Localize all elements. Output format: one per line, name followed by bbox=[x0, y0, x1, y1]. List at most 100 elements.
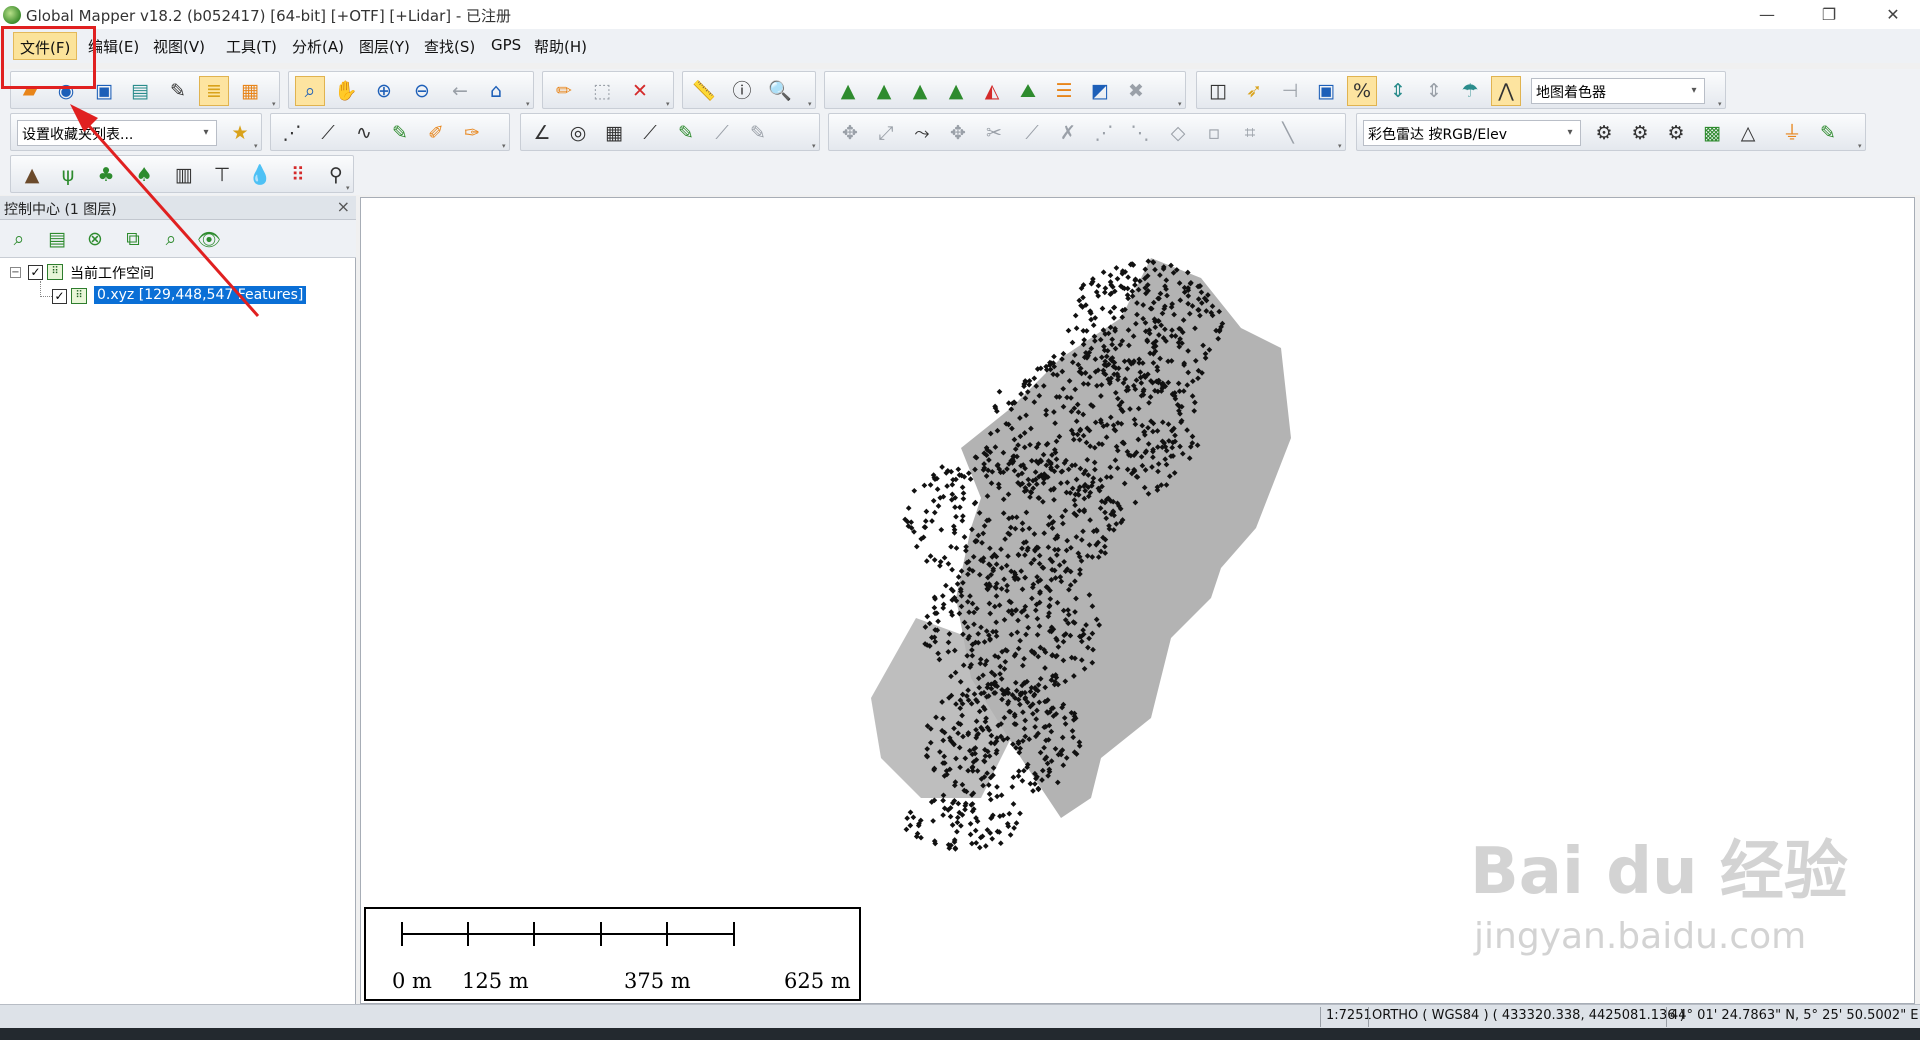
feature-info-icon[interactable]: ➶ bbox=[1239, 76, 1269, 106]
toolbar-grip[interactable]: ▾ bbox=[666, 99, 674, 109]
lidar-select-icon[interactable]: ⋰ bbox=[277, 118, 307, 148]
workspace-checkbox[interactable]: ✓ bbox=[28, 265, 43, 280]
chevron-down-icon[interactable]: ▾ bbox=[1562, 124, 1578, 142]
menu-layer[interactable]: 图层(Y) bbox=[359, 36, 410, 57]
cross-line-icon[interactable]: ✗ bbox=[1053, 118, 1083, 148]
lidar-color-select[interactable]: 彩色雷达 按RGB/Elev ▾ bbox=[1363, 120, 1581, 146]
menu-view[interactable]: 视图(V) bbox=[153, 36, 205, 57]
toolbar-grip[interactable]: ▾ bbox=[808, 99, 816, 109]
light-direction-icon[interactable]: ☂ bbox=[1455, 76, 1485, 106]
menu-search[interactable]: 查找(S) bbox=[424, 36, 475, 57]
lidar-path-icon[interactable]: ⟋ bbox=[313, 118, 343, 148]
edit-form-icon[interactable]: ✎ bbox=[1813, 118, 1843, 148]
vertex-delete-icon[interactable]: ⋱ bbox=[1125, 118, 1155, 148]
chevron-down-icon[interactable]: ▾ bbox=[198, 124, 214, 142]
line-tool-icon[interactable]: ⟋ bbox=[1017, 118, 1047, 148]
lidar-disabled-icon[interactable]: ⟋ bbox=[707, 118, 737, 148]
view-shed-icon[interactable]: ⛰ bbox=[1013, 76, 1043, 106]
percent-slope-icon[interactable]: % bbox=[1347, 76, 1377, 106]
lidar-fill-icon[interactable]: ✎ bbox=[671, 118, 701, 148]
terrain-settings-icon[interactable]: ▩ bbox=[1697, 118, 1727, 148]
rotate-icon[interactable]: ⤢ bbox=[871, 118, 901, 148]
workspace-label[interactable]: 当前工作空间 bbox=[70, 263, 154, 283]
close-icon[interactable]: × bbox=[337, 197, 350, 216]
pan-hand-icon[interactable]: ✋ bbox=[331, 76, 361, 106]
building-icon[interactable]: ▥ bbox=[169, 160, 199, 190]
power-line-icon[interactable]: ⊤ bbox=[207, 160, 237, 190]
close-layer-icon[interactable]: ⊗ bbox=[80, 224, 110, 254]
pencil-icon[interactable]: ✏ bbox=[549, 76, 579, 106]
cut-fill-icon[interactable]: ▲ bbox=[941, 76, 971, 106]
toolbar-grip[interactable]: ▾ bbox=[1718, 99, 1726, 109]
vertex-add-icon[interactable]: ⋰ bbox=[1089, 118, 1119, 148]
zoom-out-icon[interactable]: ⊖ bbox=[407, 76, 437, 106]
elevation-grid-icon[interactable]: ◩ bbox=[1085, 76, 1115, 106]
collapse-toggle-icon[interactable]: − bbox=[10, 267, 21, 278]
low-vegetation-icon[interactable]: ψ bbox=[53, 160, 83, 190]
search-attributes-icon[interactable]: 🔍 bbox=[765, 76, 795, 106]
layer-checkbox[interactable]: ✓ bbox=[52, 289, 67, 304]
chevron-down-icon[interactable]: ▾ bbox=[1686, 82, 1702, 100]
zoom-in-icon[interactable]: ⊕ bbox=[369, 76, 399, 106]
shader-icon[interactable]: ⋀ bbox=[1491, 76, 1521, 106]
measure-line-icon[interactable]: ╲ bbox=[1273, 118, 1303, 148]
snap-icon[interactable]: ▫ bbox=[1199, 118, 1229, 148]
close-window-button[interactable]: ✕ bbox=[1870, 0, 1916, 29]
lidar-line-icon[interactable]: ⟋ bbox=[635, 118, 665, 148]
map-window-icon[interactable]: ▤ bbox=[125, 76, 155, 106]
grid-icon[interactable]: ▦ bbox=[599, 118, 629, 148]
tool-disabled-icon[interactable]: ✖ bbox=[1121, 76, 1151, 106]
toolbar-grip[interactable]: ▾ bbox=[1338, 141, 1346, 151]
select-box-icon[interactable]: ⬚ bbox=[587, 76, 617, 106]
menu-tools[interactable]: 工具(T) bbox=[226, 36, 277, 57]
layer-copy-icon[interactable]: ⧉ bbox=[118, 224, 148, 254]
noise-points-icon[interactable]: ⠿ bbox=[283, 160, 313, 190]
move-icon[interactable]: ✥ bbox=[835, 118, 865, 148]
reshape-icon[interactable]: ⤳ bbox=[907, 118, 937, 148]
volume-icon[interactable]: ▲ bbox=[905, 76, 935, 106]
overview-map-icon[interactable]: ▦ bbox=[235, 76, 265, 106]
zoom-to-layer-icon[interactable]: ⌕ bbox=[4, 224, 34, 254]
star-icon[interactable]: ★ bbox=[225, 118, 255, 148]
restore-button[interactable]: ❐ bbox=[1806, 0, 1852, 29]
terrain-analysis-icon[interactable]: ▲ bbox=[833, 76, 863, 106]
home-icon[interactable]: ⌂ bbox=[481, 76, 511, 106]
lidar-curve-icon[interactable]: ∿ bbox=[349, 118, 379, 148]
toolbar-grip[interactable]: ▾ bbox=[502, 141, 510, 151]
line-of-sight-icon[interactable]: ☰ bbox=[1049, 76, 1079, 106]
contour-icon[interactable]: ▲ bbox=[869, 76, 899, 106]
zoom-box-icon[interactable]: ⌕ bbox=[295, 76, 325, 106]
path-profile-icon[interactable]: ◭ bbox=[977, 76, 1007, 106]
lidar-settings-icon[interactable]: ⚙ bbox=[1661, 118, 1691, 148]
vertical-scale-icon[interactable]: ⇕ bbox=[1419, 76, 1449, 106]
toolbar-grip[interactable]: ▾ bbox=[272, 99, 280, 109]
shader-select[interactable]: 地图着色器 ▾ bbox=[1531, 78, 1705, 104]
layer-visibility-icon[interactable]: 👁 bbox=[194, 224, 224, 254]
toolbar-grip[interactable]: ▾ bbox=[526, 99, 534, 109]
toolbar-grip[interactable]: ▾ bbox=[346, 183, 354, 193]
water-icon[interactable]: 💧 bbox=[245, 160, 275, 190]
control-center-icon[interactable]: ≣ bbox=[199, 76, 229, 106]
toolbar-grip[interactable]: ▾ bbox=[1178, 99, 1186, 109]
info-icon[interactable]: ⓘ bbox=[727, 76, 757, 106]
lidar-edit-disabled-icon[interactable]: ✎ bbox=[743, 118, 773, 148]
lidar-brush-icon[interactable]: ✐ bbox=[421, 118, 451, 148]
pan-vertex-icon[interactable]: ✥ bbox=[943, 118, 973, 148]
crop-icon[interactable]: ⌗ bbox=[1235, 118, 1265, 148]
ground-class-icon[interactable]: ▲ bbox=[17, 160, 47, 190]
layer-options-icon[interactable]: ▤ bbox=[42, 224, 72, 254]
water-level-icon[interactable]: ⇕ bbox=[1383, 76, 1413, 106]
filter-icon[interactable]: ⏚ bbox=[1777, 118, 1807, 148]
layer-search-icon[interactable]: ⌕ bbox=[156, 224, 186, 254]
lidar-classify-icon[interactable]: ✎ bbox=[385, 118, 415, 148]
high-vegetation-icon[interactable]: ♠ bbox=[129, 160, 159, 190]
wrench-icon[interactable]: ✎ bbox=[163, 76, 193, 106]
3d-view-icon[interactable]: ▣ bbox=[1311, 76, 1341, 106]
lidar-paint-icon[interactable]: ✑ bbox=[457, 118, 487, 148]
map-view[interactable]: 0 m 125 m 375 m 625 m bbox=[360, 197, 1915, 1004]
split-icon[interactable]: ✂ bbox=[979, 118, 1009, 148]
toolbar-grip[interactable]: ▾ bbox=[254, 141, 262, 151]
layer-0-xyz[interactable]: 0.xyz [129,448,547 Features] bbox=[94, 286, 307, 304]
triangle-warning-icon[interactable]: △ bbox=[1733, 118, 1763, 148]
delete-x-icon[interactable]: ✕ bbox=[625, 76, 655, 106]
